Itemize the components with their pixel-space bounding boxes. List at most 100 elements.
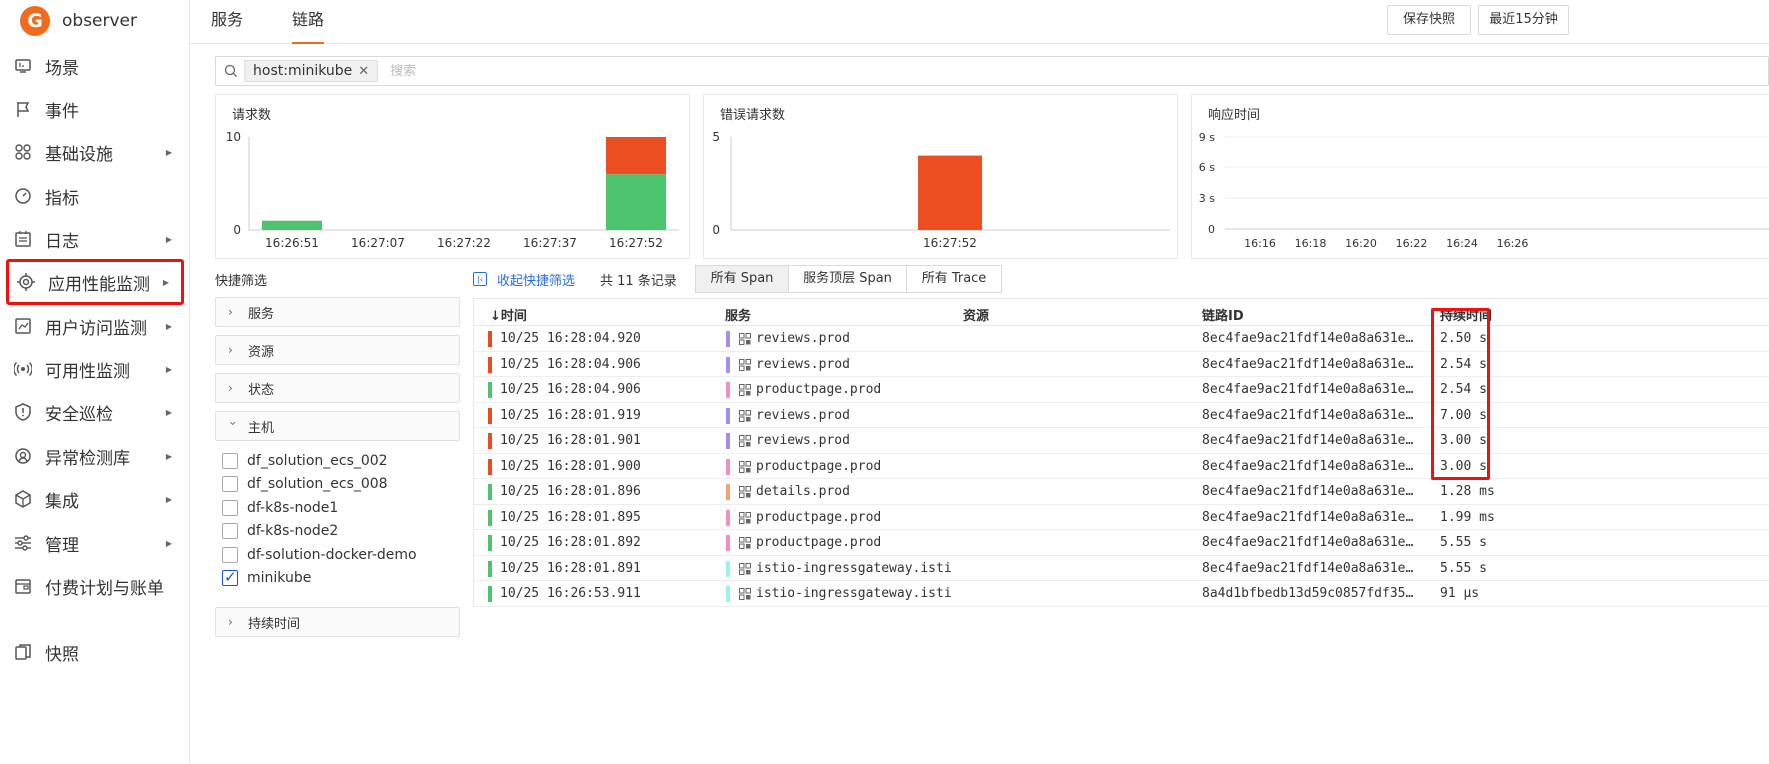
cell-trace-id[interactable]: 8ec4fae9ac21fdf14e0a8a631e… bbox=[1202, 535, 1413, 550]
sidebar-item-1[interactable]: 事件 bbox=[6, 86, 184, 132]
host-checkbox[interactable] bbox=[222, 547, 238, 563]
sidebar-item-3[interactable]: 指标 bbox=[6, 173, 184, 219]
errors-chart: 错误请求数 5 0 16:27:52 bbox=[703, 94, 1178, 259]
filter-group-service[interactable]: › 服务 bbox=[215, 297, 460, 327]
header-service[interactable]: 服务 bbox=[725, 305, 751, 324]
filter-group-resource[interactable]: › 资源 bbox=[215, 335, 460, 365]
cell-trace-id[interactable]: 8ec4fae9ac21fdf14e0a8a631e… bbox=[1202, 561, 1413, 576]
table-row[interactable]: 10/25 16:28:01.892 productpage.prod 8ec4fa… bbox=[474, 530, 1769, 556]
cell-trace-id[interactable]: 8a4d1bfbedb13d59c0857fdf35… bbox=[1202, 586, 1413, 601]
status-indicator bbox=[488, 407, 492, 424]
sidebar-item-7[interactable]: 可用性监测 ▶ bbox=[6, 346, 184, 392]
sidebar-item-2[interactable]: 基础设施 ▶ bbox=[6, 129, 184, 175]
cell-service: istio-ingressgateway.isti bbox=[756, 560, 951, 576]
table-row[interactable]: 10/25 16:28:01.896 details.prod 8ec4fae9ac… bbox=[474, 479, 1769, 505]
service-icon bbox=[739, 511, 751, 524]
header-time[interactable]: ↓时间 bbox=[490, 305, 527, 324]
header-resource[interactable]: 资源 bbox=[963, 305, 989, 324]
cell-trace-id[interactable]: 8ec4fae9ac21fdf14e0a8a631e… bbox=[1202, 433, 1413, 448]
cell-trace-id[interactable]: 8ec4fae9ac21fdf14e0a8a631e… bbox=[1202, 382, 1413, 397]
cell-trace-id[interactable]: 8ec4fae9ac21fdf14e0a8a631e… bbox=[1202, 484, 1413, 499]
table-row[interactable]: 10/25 16:28:01.900 productpage.prod 8ec4fa… bbox=[474, 454, 1769, 479]
filter-group-duration[interactable]: › 持续时间 bbox=[215, 607, 460, 637]
cell-duration: 5.55 s bbox=[1440, 535, 1487, 550]
host-option[interactable]: df_solution_ecs_002 bbox=[222, 451, 388, 471]
table-row[interactable]: 10/25 16:28:01.891 istio-ingressgateway.i… bbox=[474, 556, 1769, 581]
sidebar-item-8[interactable]: 安全巡检 ▶ bbox=[6, 389, 184, 435]
host-option[interactable]: minikube bbox=[222, 568, 311, 588]
table-row[interactable]: 10/25 16:28:01.895 productpage.prod 8ec4fa… bbox=[474, 505, 1769, 530]
bar[interactable] bbox=[262, 220, 322, 230]
collapse-quick-filter-link[interactable]: |‹ 收起快捷筛选 bbox=[473, 270, 575, 289]
host-option[interactable]: df-k8s-node2 bbox=[222, 521, 338, 541]
search-bar[interactable]: host:minikube ✕ bbox=[215, 56, 1769, 86]
host-checkbox[interactable] bbox=[222, 453, 238, 469]
sidebar-item-label: 日志 bbox=[45, 231, 79, 252]
cell-duration: 1.28 ms bbox=[1440, 484, 1495, 499]
host-option[interactable]: df-k8s-node1 bbox=[222, 498, 338, 518]
header-trace-id[interactable]: 链路ID bbox=[1202, 305, 1244, 324]
filter-group-label: 服务 bbox=[248, 306, 275, 322]
service-icon bbox=[739, 409, 751, 422]
table-row[interactable]: 10/25 16:28:01.919 reviews.prod 8ec4fae9ac… bbox=[474, 403, 1769, 428]
table-row[interactable]: 10/25 16:26:53.911 istio-ingressgateway.i… bbox=[474, 581, 1769, 607]
cell-trace-id[interactable]: 8ec4fae9ac21fdf14e0a8a631e… bbox=[1202, 459, 1413, 474]
segment-all-trace[interactable]: 所有 Trace bbox=[906, 265, 1002, 293]
filter-group-host[interactable]: › 主机 bbox=[215, 411, 460, 441]
service-color-bar bbox=[726, 331, 730, 347]
search-input[interactable] bbox=[390, 63, 791, 79]
status-indicator bbox=[488, 560, 492, 577]
sidebar-item-snapshot[interactable]: 快照 bbox=[6, 629, 184, 675]
sidebar-item-label: 基础设施 bbox=[45, 144, 113, 165]
chevron-right-icon: › bbox=[228, 343, 233, 357]
close-icon[interactable]: ✕ bbox=[358, 64, 369, 79]
host-label: df-k8s-node2 bbox=[247, 523, 339, 539]
service-icon bbox=[739, 460, 751, 473]
monitor-icon bbox=[13, 56, 33, 76]
y-tick-label: 3 s bbox=[1199, 192, 1215, 205]
service-color-bar bbox=[726, 509, 730, 526]
host-checkbox[interactable] bbox=[222, 476, 238, 492]
cell-trace-id[interactable]: 8ec4fae9ac21fdf14e0a8a631e… bbox=[1202, 357, 1413, 372]
app-logo[interactable]: G observer bbox=[20, 6, 137, 36]
sidebar-item-label: 场景 bbox=[45, 58, 79, 79]
cell-time: 10/25 16:28:04.906 bbox=[500, 382, 641, 397]
table-row[interactable]: 10/25 16:28:04.920 reviews.prod 8ec4fae9ac… bbox=[474, 326, 1769, 352]
tab-services[interactable]: 服务 bbox=[211, 0, 243, 44]
sidebar-item-4[interactable]: 日志 ▶ bbox=[6, 216, 184, 262]
segment-top-level-span[interactable]: 服务顶层 Span bbox=[788, 265, 907, 293]
host-option[interactable]: df_solution_ecs_008 bbox=[222, 474, 388, 494]
sidebar-item-12[interactable]: 付费计划与账单 bbox=[6, 563, 184, 609]
caret-right-icon: ▶ bbox=[165, 407, 172, 417]
sidebar-item-6[interactable]: 用户访问监测 ▶ bbox=[6, 303, 184, 349]
filter-group-status[interactable]: › 状态 bbox=[215, 373, 460, 403]
cell-trace-id[interactable]: 8ec4fae9ac21fdf14e0a8a631e… bbox=[1202, 408, 1413, 423]
cell-time: 10/25 16:28:01.892 bbox=[500, 535, 641, 550]
bar[interactable] bbox=[918, 155, 982, 230]
table-row[interactable]: 10/25 16:28:04.906 productpage.prod 8ec4fa… bbox=[474, 377, 1769, 403]
host-option[interactable]: df-solution-docker-demo bbox=[222, 545, 417, 565]
sidebar-item-0[interactable]: 场景 bbox=[6, 43, 184, 89]
service-color-bar bbox=[726, 433, 730, 449]
bar[interactable] bbox=[606, 174, 666, 230]
table-row[interactable]: 10/25 16:28:04.906 reviews.prod 8ec4fae9ac… bbox=[474, 352, 1769, 377]
cell-trace-id[interactable]: 8ec4fae9ac21fdf14e0a8a631e… bbox=[1202, 331, 1413, 346]
host-checkbox[interactable] bbox=[222, 523, 238, 539]
host-checkbox[interactable] bbox=[222, 500, 238, 516]
status-indicator bbox=[488, 331, 492, 347]
segment-all-span[interactable]: 所有 Span bbox=[695, 265, 789, 293]
sidebar-item-label: 安全巡检 bbox=[45, 404, 113, 425]
cell-trace-id[interactable]: 8ec4fae9ac21fdf14e0a8a631e… bbox=[1202, 510, 1413, 525]
sidebar-item-label: 付费计划与账单 bbox=[45, 578, 164, 599]
sidebar-item-11[interactable]: 管理 ▶ bbox=[6, 520, 184, 566]
sidebar-item-10[interactable]: 集成 ▶ bbox=[6, 476, 184, 522]
bar[interactable] bbox=[606, 137, 666, 175]
host-checkbox[interactable] bbox=[222, 568, 238, 586]
tab-traces[interactable]: 链路 bbox=[292, 0, 325, 44]
time-range-button[interactable]: 最近15分钟 bbox=[1478, 5, 1569, 35]
x-tick-label: 16:26:51 bbox=[265, 236, 319, 250]
sidebar-item-5[interactable]: 应用性能监测 ▶ bbox=[6, 259, 184, 305]
save-snapshot-button[interactable]: 保存快照 bbox=[1387, 5, 1471, 35]
sidebar-item-9[interactable]: 异常检测库 ▶ bbox=[6, 433, 184, 479]
table-row[interactable]: 10/25 16:28:01.901 reviews.prod 8ec4fae9ac… bbox=[474, 428, 1769, 454]
